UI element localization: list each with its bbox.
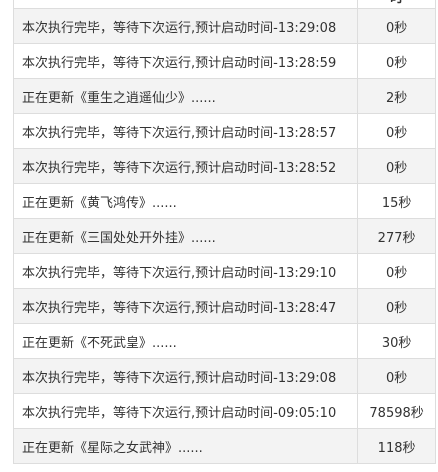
row-message: 本次执行完毕，等待下次运行,预计启动时间-13:28:52 [14, 149, 359, 183]
row-duration: 0秒 [358, 9, 436, 43]
table-row: 本次执行完毕，等待下次运行,预计启动时间-13:28:52 0秒 [13, 149, 436, 184]
table-row: 正在更新《黄飞鸿传》...... 15秒 [13, 184, 436, 219]
table-row: 正在更新《三国处处开外挂》...... 277秒 [13, 219, 436, 254]
row-message: 正在更新《黄飞鸿传》...... [14, 184, 359, 218]
row-message: 正在更新《重生之逍遥仙少》...... [14, 79, 359, 113]
table-row: 本次执行完毕，等待下次运行,预计启动时间-09:05:10 78598秒 [13, 394, 436, 429]
table-header: 时 [13, 0, 436, 9]
table-row: 本次执行完毕，等待下次运行,预计启动时间-13:29:08 0秒 [13, 359, 436, 394]
table-row: 正在更新《重生之逍遥仙少》...... 2秒 [13, 79, 436, 114]
row-duration: 15秒 [358, 184, 436, 218]
table-row: 正在更新《星际之女武神》...... 118秒 [13, 429, 436, 464]
task-log-table: 时 本次执行完毕，等待下次运行,预计启动时间-13:29:080秒本次执行完毕，… [13, 0, 436, 464]
row-duration: 0秒 [358, 149, 436, 183]
row-message: 本次执行完毕，等待下次运行,预计启动时间-09:05:10 [14, 394, 359, 428]
row-duration: 0秒 [358, 289, 436, 323]
row-duration: 0秒 [358, 114, 436, 148]
table-row: 本次执行完毕，等待下次运行,预计启动时间-13:28:47 0秒 [13, 289, 436, 324]
row-message: 正在更新《不死武皇》...... [14, 324, 359, 358]
header-time-cell: 时 [358, 0, 436, 8]
row-duration: 78598秒 [358, 394, 436, 428]
row-message: 本次执行完毕，等待下次运行,预计启动时间-13:29:08 [14, 9, 359, 43]
row-message: 本次执行完毕，等待下次运行,预计启动时间-13:28:57 [14, 114, 359, 148]
row-message: 正在更新《星际之女武神》...... [14, 429, 359, 463]
row-message: 本次执行完毕，等待下次运行,预计启动时间-13:29:10 [14, 254, 359, 288]
row-message: 正在更新《三国处处开外挂》...... [14, 219, 359, 253]
header-message-cell [14, 0, 359, 8]
row-duration: 0秒 [358, 359, 436, 393]
row-duration: 0秒 [358, 254, 436, 288]
row-message: 本次执行完毕，等待下次运行,预计启动时间-13:28:59 [14, 44, 359, 78]
table-row: 本次执行完毕，等待下次运行,预计启动时间-13:28:57 0秒 [13, 114, 436, 149]
table-body: 本次执行完毕，等待下次运行,预计启动时间-13:29:08 0秒 本次执行完毕，等待… [13, 9, 436, 464]
table-row: 本次执行完毕，等待下次运行,预计启动时间-13:29:10 0秒 [13, 254, 436, 289]
row-duration: 2秒 [358, 79, 436, 113]
table-row: 本次执行完毕，等待下次运行,预计启动时间-13:29:08 0秒 [13, 9, 436, 44]
row-duration: 0秒 [358, 44, 436, 78]
row-message: 本次执行完毕，等待下次运行,预计启动时间-13:29:08 [14, 359, 359, 393]
row-duration: 277秒 [358, 219, 436, 253]
table-row: 本次执行完毕，等待下次运行,预计启动时间-13:28:59 0秒 [13, 44, 436, 79]
row-duration: 118秒 [358, 429, 436, 463]
row-duration: 30秒 [358, 324, 436, 358]
table-row: 正在更新《不死武皇》...... 30秒 [13, 324, 436, 359]
row-message: 本次执行完毕，等待下次运行,预计启动时间-13:28:47 [14, 289, 359, 323]
